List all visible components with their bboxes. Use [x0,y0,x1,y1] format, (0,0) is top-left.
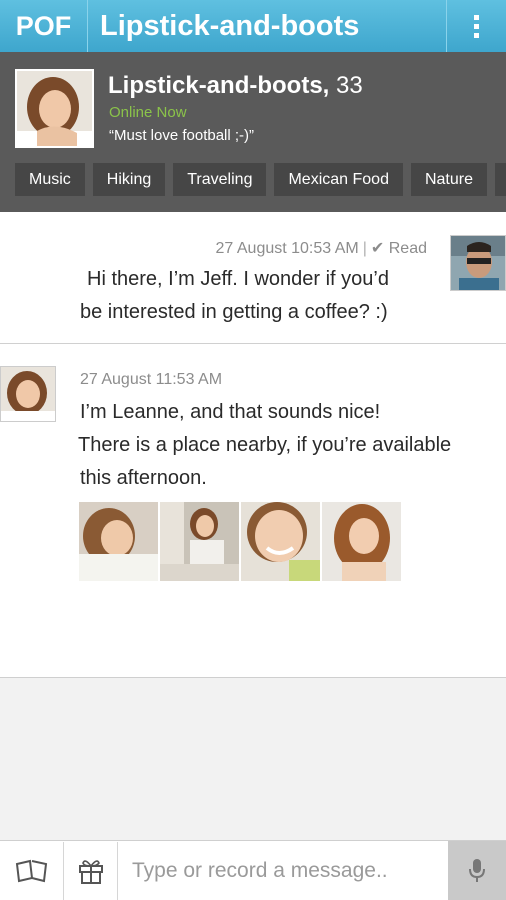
message-line: There is a place nearby, if you’re avail… [78,434,452,456]
interest-tag-partial[interactable] [495,163,506,196]
interest-tag[interactable]: Traveling [173,163,267,196]
message-line: this afternoon. [80,467,207,489]
message-body: I’m Leanne, and that sounds nice! There … [78,396,498,495]
profile-avatar[interactable] [15,69,94,148]
attached-photo[interactable] [241,502,320,581]
microphone-icon[interactable] [448,841,506,900]
interest-tag[interactable]: Mexican Food [274,163,403,196]
profile-headline: “Must love football ;-)” [109,127,255,144]
attached-photo[interactable] [322,502,401,581]
conversation: 27 August 10:53 AM | ✔ Read Hi there, I’m … [0,212,506,678]
message-line: Hi there, I’m Jeff. I wonder if you’d [87,268,389,290]
page-title: Lipstick-and-boots [100,9,360,42]
sender-avatar[interactable] [450,235,506,291]
message-line: I’m Leanne, and that sounds nice! [80,401,381,423]
interest-tag[interactable]: Music [15,163,85,196]
profile-name: Lipstick-and-boots, 33 [108,72,363,100]
photo-attachments [79,502,401,581]
message-sent: 27 August 10:53 AM | ✔ Read Hi there, I’m … [0,212,506,344]
read-receipt: ✔ Read [370,240,427,257]
interest-tag[interactable]: Hiking [92,163,166,196]
interest-tags: Music Hiking Traveling Mexican Food Natu… [15,163,506,196]
interest-tag[interactable]: Nature [410,163,487,196]
message-input[interactable]: Type or record a message.. [118,859,448,883]
message-timestamp: 27 August 10:53 AM [215,240,359,257]
stickers-icon[interactable] [0,841,64,900]
message-line: be interested in getting a coffee? :) [80,301,388,323]
age: 33 [336,72,363,99]
top-bar: POF Lipstick-and-boots [0,0,506,52]
message-composer: Type or record a message.. [0,840,506,900]
online-status: Online Now [109,104,187,121]
message-meta: 27 August 10:53 AM | ✔ Read [215,240,427,257]
message-body: Hi there, I’m Jeff. I wonder if you’d be… [80,263,440,329]
username: Lipstick-and-boots, [108,72,330,99]
recipient-avatar[interactable] [0,366,56,422]
message-timestamp: 27 August 11:53 AM [80,371,223,388]
pof-logo[interactable]: POF [0,0,88,52]
profile-header: Lipstick-and-boots, 33 Online Now “Must … [0,52,506,212]
attached-photo[interactable] [160,502,239,581]
gift-icon[interactable] [64,841,118,900]
menu-icon[interactable] [446,0,506,52]
attached-photo[interactable] [79,502,158,581]
